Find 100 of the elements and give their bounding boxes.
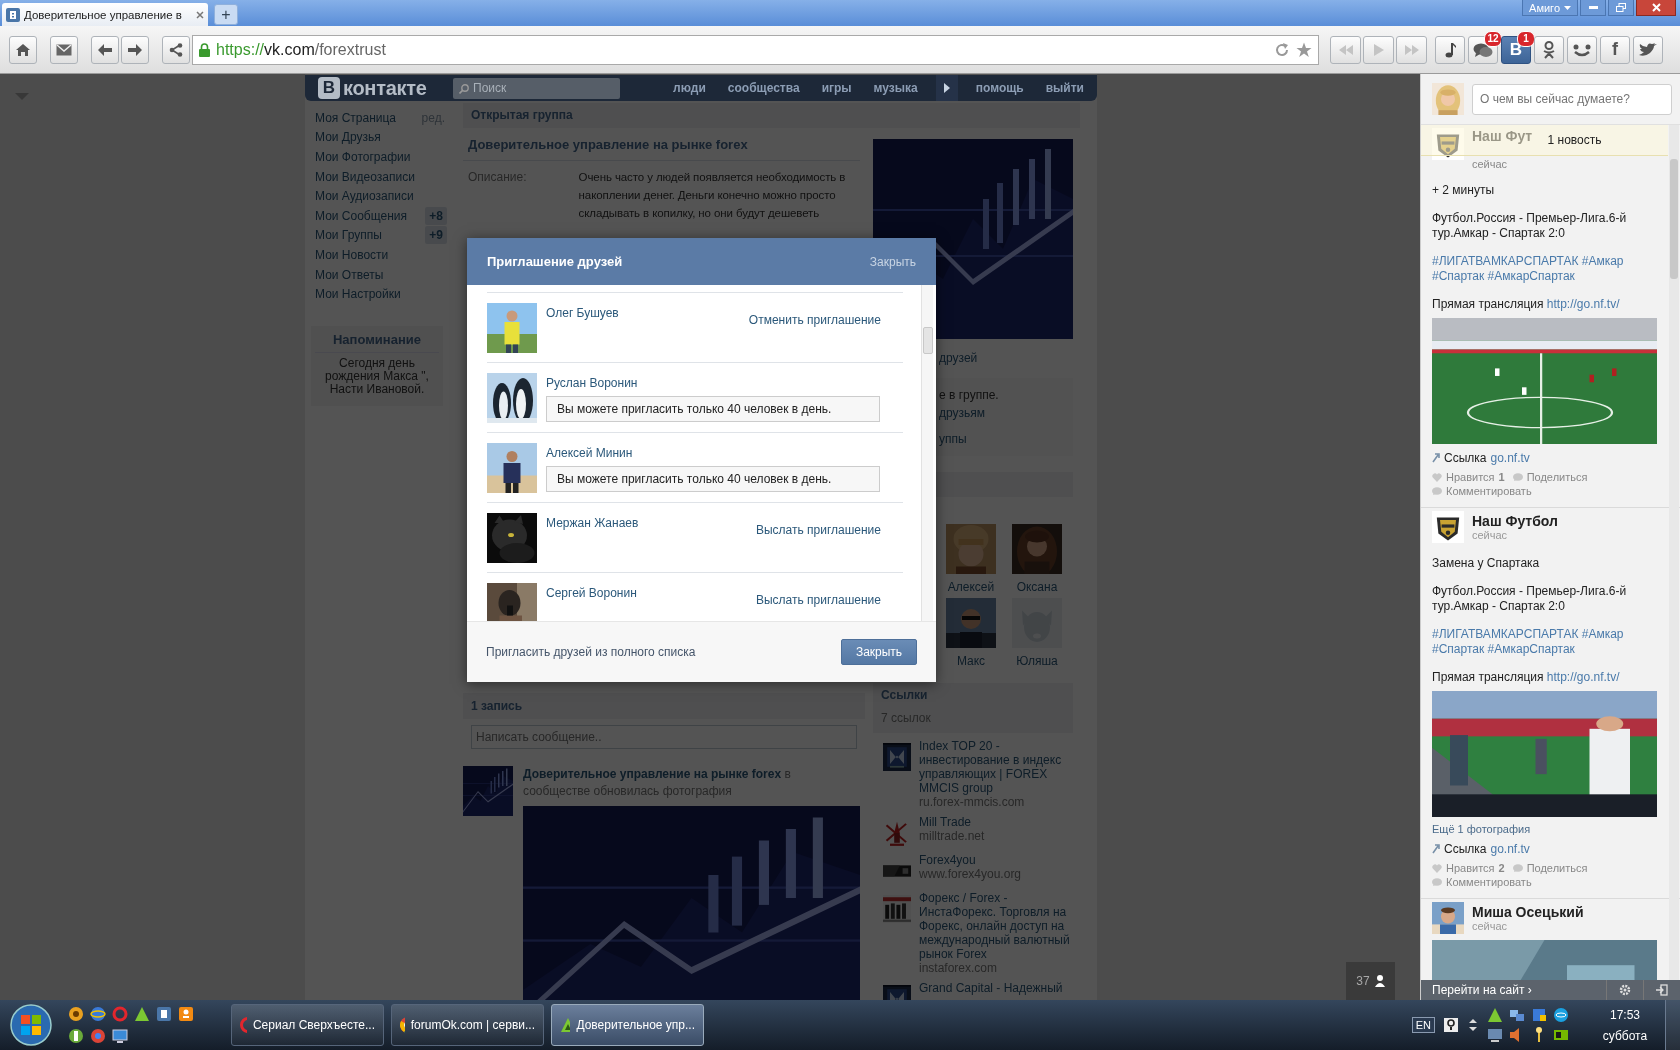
- like-button[interactable]: Нравится 2: [1432, 862, 1505, 874]
- link-title[interactable]: Forex4you: [919, 853, 1073, 867]
- like-button[interactable]: Нравится 1: [1432, 471, 1505, 483]
- nav-link[interactable]: музыка: [873, 81, 918, 95]
- nav-link[interactable]: помощь: [975, 81, 1024, 95]
- menu-link[interactable]: Мои Новости: [315, 247, 445, 262]
- source-link[interactable]: go.nf.tv: [1490, 451, 1530, 465]
- member-name[interactable]: Оксана: [1016, 580, 1058, 596]
- triangle-icon[interactable]: [134, 1006, 150, 1022]
- friends-button[interactable]: [1567, 35, 1597, 64]
- flag-icon[interactable]: [1531, 1007, 1547, 1023]
- twitter-button[interactable]: [1633, 35, 1663, 64]
- browser-tab[interactable]: Доверительное управление в: [2, 3, 208, 26]
- search-field[interactable]: Поиск: [453, 77, 620, 99]
- show-desktop-button[interactable]: [1665, 1000, 1680, 1050]
- scrollbar[interactable]: [921, 285, 933, 621]
- back-button[interactable]: [91, 35, 119, 64]
- profile-button[interactable]: Амиго: [1522, 0, 1578, 16]
- monitor-icon[interactable]: [112, 1028, 128, 1044]
- monitor-icon[interactable]: [1487, 1027, 1503, 1043]
- friend-name[interactable]: Алексей Минин: [546, 446, 903, 460]
- wheel-icon[interactable]: [90, 1028, 106, 1044]
- menu-link[interactable]: Мои Настройки: [315, 287, 445, 302]
- invite-link[interactable]: Отменить приглашение: [748, 313, 881, 362]
- share-button[interactable]: Поделиться: [1512, 862, 1588, 874]
- globe-icon[interactable]: [90, 1006, 106, 1022]
- mail-button[interactable]: [50, 35, 78, 64]
- full-list-link[interactable]: Пригласить друзей из полного списка: [486, 645, 696, 659]
- more-photos-link[interactable]: Ещё 1 фотография: [1432, 823, 1656, 835]
- author-name[interactable]: Наш Фут: [1472, 128, 1533, 144]
- menu-link[interactable]: Мои Сообщения: [315, 208, 426, 223]
- card-icon[interactable]: [1553, 1027, 1569, 1043]
- member-name[interactable]: Юляша: [1016, 654, 1058, 670]
- nav-link[interactable]: выйти: [1045, 81, 1084, 95]
- comment-button[interactable]: Комментировать: [1432, 876, 1656, 888]
- menu-link[interactable]: Мои Группы: [315, 228, 426, 243]
- hashtags[interactable]: #ЛИГАТВАМКАРСПАРТАК #Амкар #Спартак #АмкарСпартак: [1432, 254, 1656, 284]
- menu-link[interactable]: Мои Аудиозаписи: [315, 189, 445, 204]
- link-title[interactable]: Форекс / Forex - ИнстаФорекс. Торговля на Форекс, онлайн доступ на международный валютный рынок Forex: [919, 891, 1073, 961]
- feed-counter[interactable]: 37: [1346, 962, 1395, 1000]
- hashtags[interactable]: #ЛИГАТВАМКАРСПАРТАК #Амкар #Спартак #АмкарСпартак: [1432, 627, 1656, 657]
- member-name[interactable]: Алексей: [947, 580, 995, 596]
- taskbar-button[interactable]: forumOk.com | серви...: [391, 1004, 544, 1046]
- friend-name[interactable]: Сергей Воронин: [546, 586, 756, 600]
- square-icon[interactable]: [156, 1006, 172, 1022]
- friend-name[interactable]: Мержан Жанаев: [546, 516, 756, 530]
- arrows-icon[interactable]: [1467, 1017, 1479, 1033]
- author-name[interactable]: Миша Осецький: [1472, 904, 1584, 920]
- share-button[interactable]: Поделиться: [1512, 471, 1588, 483]
- link-title[interactable]: Mill Trade: [919, 815, 1073, 829]
- restore-button[interactable]: [1608, 0, 1634, 16]
- invite-link[interactable]: друзей: [939, 349, 978, 367]
- link-title[interactable]: Grand Capital - Надежный: [919, 981, 1073, 995]
- ring-icon[interactable]: [112, 1006, 128, 1022]
- minimize-button[interactable]: [1580, 0, 1606, 16]
- music-button[interactable]: [1435, 35, 1465, 64]
- stream-link[interactable]: http://go.nf.tv/: [1546, 670, 1620, 684]
- source-link[interactable]: go.nf.tv: [1490, 842, 1530, 856]
- close-button[interactable]: [1636, 0, 1676, 16]
- triangle-icon[interactable]: [1487, 1007, 1503, 1023]
- home-button[interactable]: [9, 35, 37, 64]
- menu-link[interactable]: Моя Страница: [315, 110, 422, 125]
- invite-link[interactable]: Выслать приглашение: [755, 523, 881, 572]
- invite-link[interactable]: Выслать приглашение: [755, 593, 881, 621]
- comment-button[interactable]: Комментировать: [1432, 485, 1656, 497]
- globe-icon[interactable]: [68, 1006, 84, 1022]
- network-icon[interactable]: [1509, 1007, 1525, 1023]
- nav-link[interactable]: люди: [673, 81, 706, 95]
- taskbar-button[interactable]: Доверительное упр...: [551, 1004, 704, 1046]
- ok-button[interactable]: [1534, 35, 1564, 64]
- friend-name[interactable]: Олег Бушуев: [546, 306, 749, 320]
- menu-link[interactable]: Мои Фотографии: [315, 150, 445, 164]
- share-button[interactable]: [162, 35, 190, 64]
- start-button[interactable]: [9, 1003, 53, 1047]
- post-author-link[interactable]: Доверительное управление на рынке forex: [523, 767, 782, 781]
- status-field[interactable]: О чем вы сейчас думаете?: [1472, 83, 1672, 115]
- close-icon[interactable]: [196, 10, 204, 19]
- address-field[interactable]: https://vk.com/forextrust: [192, 34, 1319, 65]
- menu-link[interactable]: Мои Друзья: [315, 130, 445, 145]
- globe-icon[interactable]: [68, 1028, 84, 1044]
- nav-link[interactable]: сообщества: [727, 81, 800, 95]
- scrollbar[interactable]: [1669, 125, 1679, 980]
- close-link[interactable]: Закрыть: [869, 254, 916, 269]
- nav-link[interactable]: игры: [821, 81, 852, 95]
- link-title[interactable]: Index TOP 20 - инвестирование в индекс управляющих | FOREX MMCIS group: [919, 739, 1073, 795]
- square-icon[interactable]: [178, 1006, 194, 1022]
- reload-icon[interactable]: [1274, 41, 1290, 58]
- menu-link[interactable]: Мои Видеозаписи: [315, 169, 445, 184]
- help-icon[interactable]: [1443, 1017, 1459, 1033]
- close-button[interactable]: Закрыть: [841, 639, 917, 665]
- taskbar-button[interactable]: Сериал Сверхъесте...: [231, 1004, 384, 1046]
- globe-icon[interactable]: [1553, 1007, 1569, 1023]
- author-name[interactable]: Наш Футбол: [1472, 513, 1558, 529]
- star-icon[interactable]: [1296, 41, 1312, 58]
- facebook-button[interactable]: f: [1600, 35, 1630, 64]
- stream-link[interactable]: http://go.nf.tv/: [1546, 297, 1620, 311]
- language-indicator[interactable]: EN: [1411, 1017, 1435, 1033]
- forward-button[interactable]: [121, 35, 149, 64]
- new-tab-button[interactable]: +: [214, 4, 238, 25]
- more-button[interactable]: [935, 75, 958, 101]
